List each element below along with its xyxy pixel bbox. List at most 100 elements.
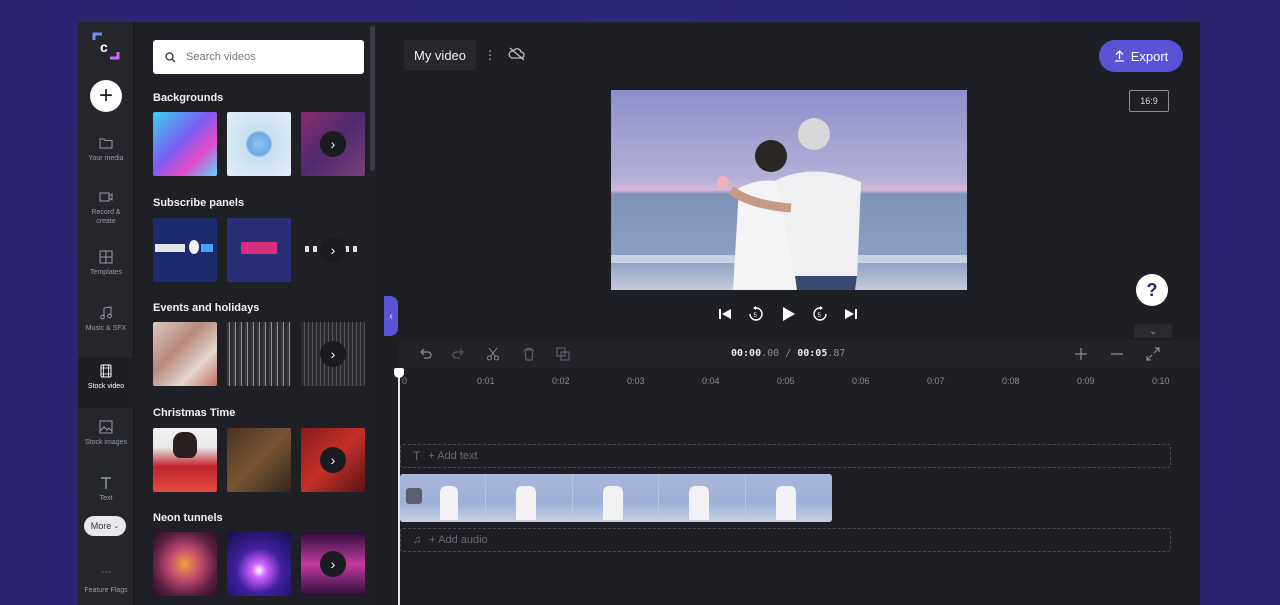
video-thumbnail[interactable] — [153, 322, 217, 386]
undo-icon[interactable] — [418, 347, 432, 361]
add-text-track[interactable]: T + Add text — [400, 444, 1171, 468]
video-clip[interactable] — [400, 474, 832, 522]
redo-icon[interactable] — [452, 347, 466, 361]
rail-item-label: Music & SFX — [85, 325, 127, 332]
rail-item-record-create[interactable]: Record & create — [78, 190, 134, 238]
zoom-out-icon[interactable] — [1110, 347, 1124, 361]
video-thumbnail[interactable]: › — [301, 532, 365, 596]
chevron-right-icon[interactable]: › — [320, 447, 346, 473]
chevron-right-icon[interactable]: › — [320, 237, 346, 263]
fit-timeline-icon[interactable] — [1146, 347, 1160, 361]
cloud-offline-icon[interactable] — [508, 46, 526, 62]
more-options-icon[interactable]: ⋮ — [484, 48, 496, 62]
clipchamp-logo: c — [92, 32, 120, 60]
rail-item-your-media[interactable]: Your media — [78, 136, 134, 184]
clip-frame — [400, 474, 487, 522]
export-button[interactable]: Export — [1099, 40, 1183, 72]
aspect-ratio-button[interactable]: 16:9 — [1129, 90, 1169, 112]
collapse-timeline-button[interactable]: ⌄ — [1134, 324, 1172, 338]
video-thumbnail[interactable] — [227, 322, 291, 386]
zoom-in-icon[interactable] — [1074, 347, 1088, 361]
time-separator: / — [779, 348, 798, 359]
skip-forward-icon[interactable] — [844, 307, 858, 321]
rail-item-label: Your media — [88, 155, 124, 162]
playhead-handle[interactable] — [394, 368, 404, 378]
video-thumbnail[interactable] — [227, 218, 291, 282]
total-time-frac: .87 — [827, 348, 846, 359]
dots-icon: ⋯ — [101, 567, 111, 578]
svg-text:c: c — [100, 39, 108, 55]
project-name-field[interactable]: My video — [404, 40, 476, 70]
rail-item-templates[interactable]: Templates — [78, 250, 134, 298]
clip-frame — [745, 474, 832, 522]
add-text-label: + Add text — [428, 450, 478, 462]
more-label: More — [90, 521, 112, 531]
rail-item-music-sfx[interactable]: Music & SFX — [78, 306, 134, 354]
video-thumbnail[interactable] — [153, 532, 217, 596]
preview-frame-image — [611, 90, 967, 290]
upload-icon — [1114, 50, 1124, 62]
video-thumbnail[interactable] — [227, 532, 291, 596]
thumb-row-christmas: › — [153, 428, 368, 492]
stock-video-library: Search videos Backgrounds › Subscribe pa… — [135, 22, 375, 605]
forward-5s-icon[interactable]: 5 — [812, 306, 828, 322]
speaker-icon[interactable] — [406, 488, 422, 504]
ruler-tick-label: 0:06 — [852, 376, 870, 386]
rail-item-stock-video[interactable]: Stock video — [78, 358, 134, 408]
help-button[interactable]: ? — [1136, 274, 1168, 306]
thumb-row-subscribe: › — [153, 218, 368, 282]
play-icon[interactable] — [780, 306, 796, 322]
current-time-frac: .00 — [761, 348, 780, 359]
delete-icon[interactable] — [522, 347, 536, 361]
video-thumbnail[interactable] — [227, 112, 291, 176]
ruler-tick-label: 0:02 — [552, 376, 570, 386]
playhead[interactable] — [398, 372, 400, 605]
library-scrollbar[interactable] — [370, 26, 375, 171]
video-thumbnail[interactable]: › — [301, 218, 365, 282]
ruler-tick-label: 0:04 — [702, 376, 720, 386]
ruler-tick-label: 0:09 — [1077, 376, 1095, 386]
search-input[interactable]: Search videos — [153, 40, 364, 74]
duplicate-icon[interactable] — [556, 347, 570, 361]
video-thumbnail[interactable]: › — [301, 322, 365, 386]
rewind-5s-icon[interactable]: 5 — [748, 306, 764, 322]
ruler-tick-label: 0:03 — [627, 376, 645, 386]
video-thumbnail[interactable] — [153, 218, 217, 282]
create-new-button[interactable]: + — [90, 80, 122, 112]
more-button[interactable]: More ⌄ — [84, 516, 126, 536]
image-icon — [99, 420, 113, 434]
text-icon — [101, 477, 111, 489]
ruler-tick-label: 0:07 — [927, 376, 945, 386]
ruler-tick-label: 0:01 — [477, 376, 495, 386]
rail-item-stock-images[interactable]: Stock images — [78, 420, 134, 468]
folder-icon — [99, 138, 113, 149]
add-audio-label: + Add audio — [429, 534, 488, 546]
skip-back-icon[interactable] — [718, 307, 732, 321]
video-thumbnail[interactable]: › — [301, 112, 365, 176]
rail-item-label: Record & create — [91, 209, 121, 225]
video-thumbnail[interactable]: › — [301, 428, 365, 492]
rail-item-feature-flags[interactable]: ⋯ Feature Flags — [78, 568, 134, 605]
video-thumbnail[interactable] — [153, 428, 217, 492]
editor-window: c + Your media Record & create Templates… — [78, 22, 1200, 605]
add-audio-track[interactable]: ♫ + Add audio — [400, 528, 1171, 552]
video-thumbnail[interactable] — [227, 428, 291, 492]
timecode-display: 00:00.00 / 00:05.87 — [731, 348, 845, 359]
collapse-panel-button[interactable]: ‹ — [384, 296, 398, 336]
search-icon — [165, 51, 176, 62]
video-thumbnail[interactable] — [153, 112, 217, 176]
thumb-row-neon: › — [153, 532, 368, 596]
ruler-tick-label: 0:05 — [777, 376, 795, 386]
chevron-right-icon[interactable]: › — [320, 131, 346, 157]
chevron-down-icon: ⌄ — [113, 523, 120, 530]
chevron-right-icon[interactable]: › — [320, 341, 346, 367]
rail-item-label: Stock video — [87, 383, 125, 390]
total-time: 00:05 — [797, 348, 828, 359]
timeline-ruler[interactable]: 0 0:01 0:02 0:03 0:04 0:05 0:06 0:07 0:0… — [398, 370, 1200, 392]
clip-frame — [486, 474, 573, 522]
chevron-right-icon[interactable]: › — [320, 551, 346, 577]
split-scissors-icon[interactable] — [486, 347, 500, 361]
ruler-tick-label: 0:08 — [1002, 376, 1020, 386]
ruler-tick-label: 0 — [402, 376, 408, 386]
music-icon: ♫ — [413, 534, 422, 546]
